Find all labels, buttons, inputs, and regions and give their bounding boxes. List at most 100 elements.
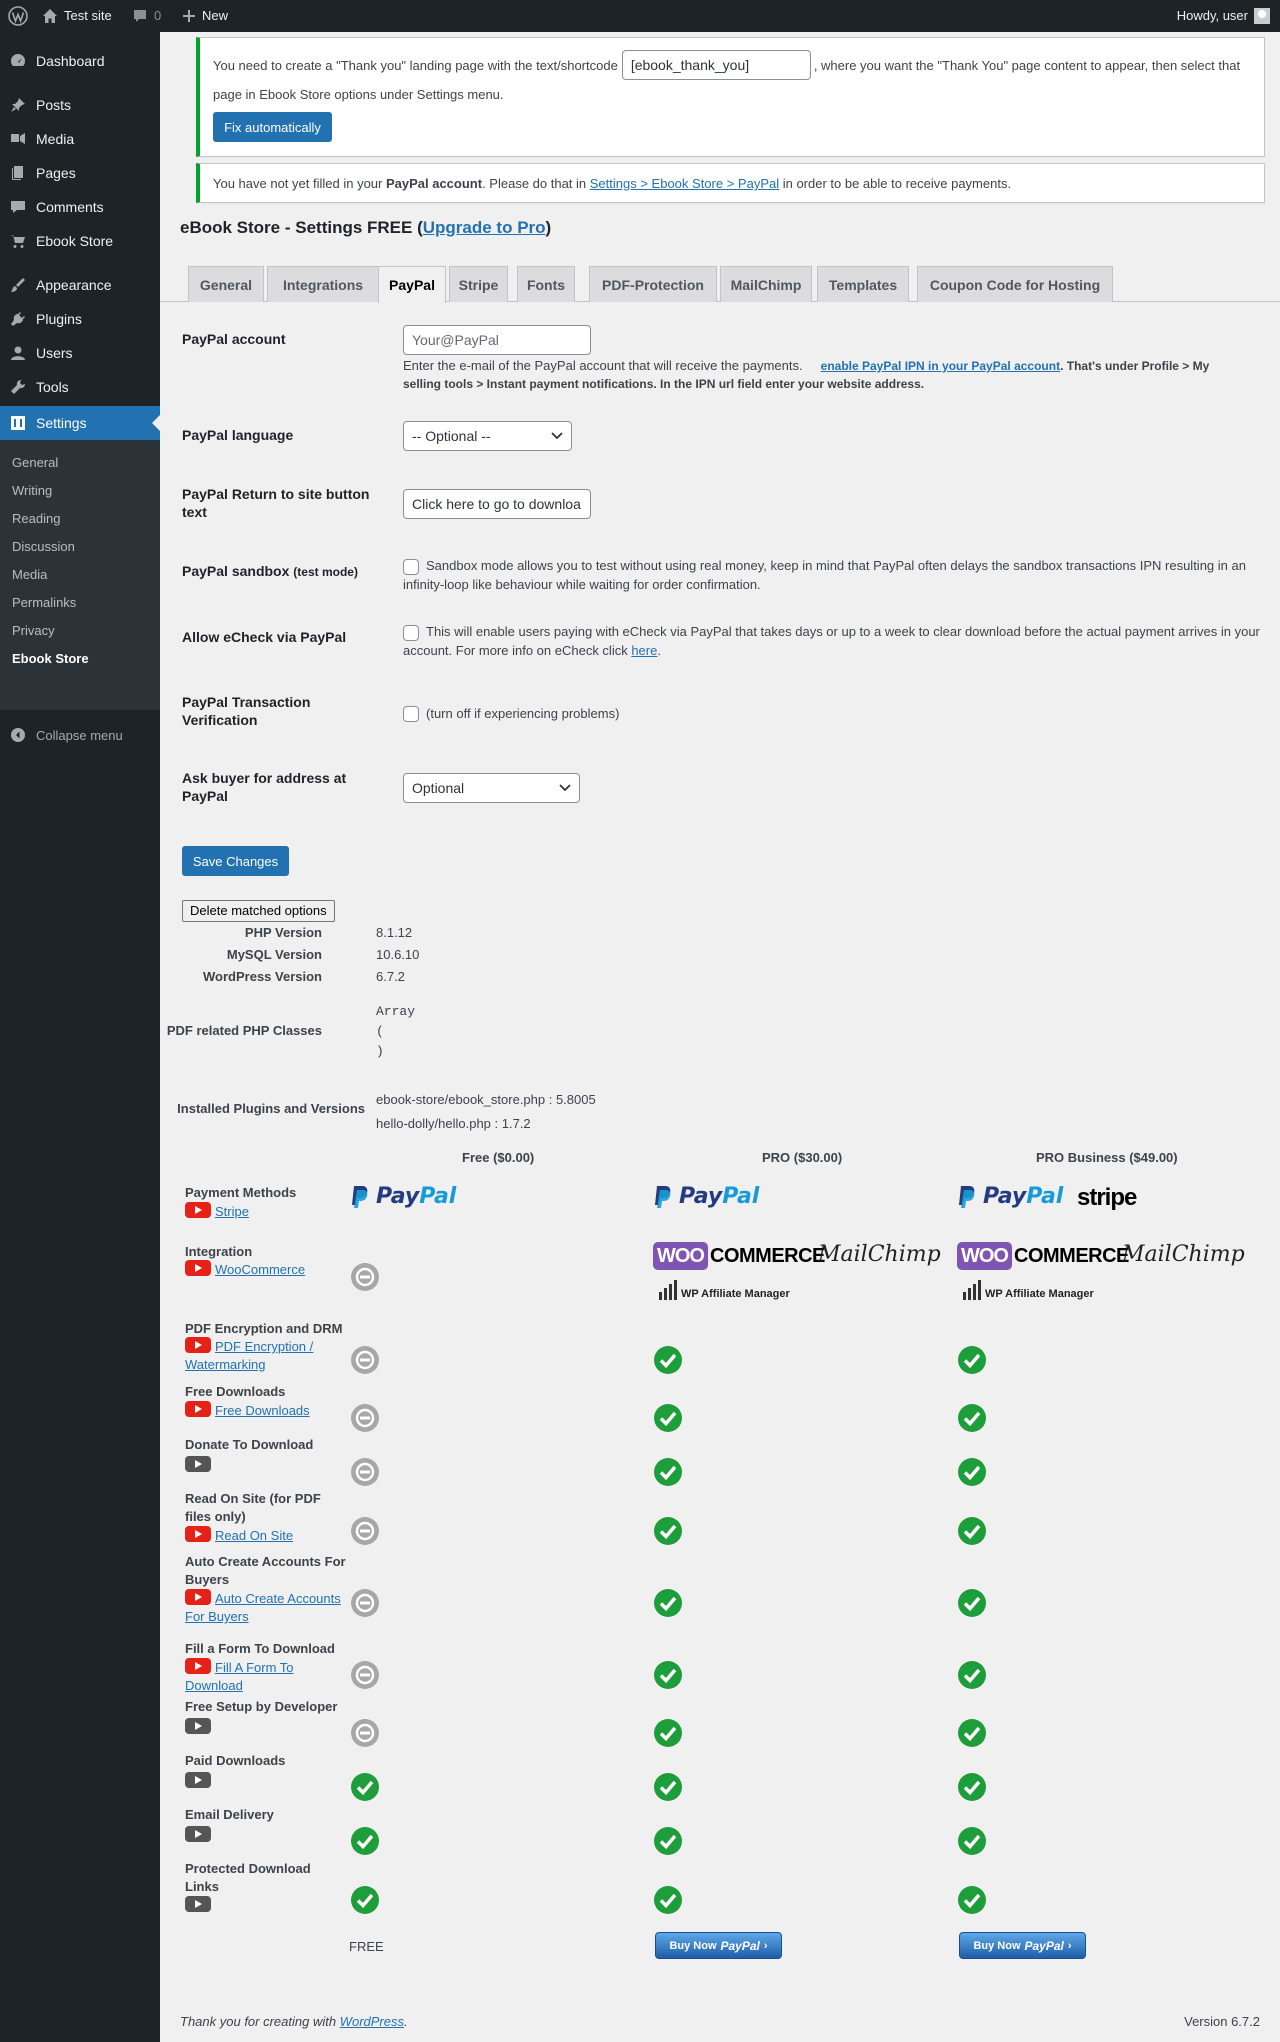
howdy-text: Howdy, user	[1176, 8, 1248, 23]
free-price-text: FREE	[349, 1939, 384, 1954]
collapse-menu-button[interactable]: Collapse menu	[0, 718, 160, 752]
site-name: Test site	[64, 8, 112, 23]
submenu-privacy[interactable]: Privacy	[12, 623, 55, 638]
feature-video-link[interactable]: Auto Create Accounts For Buyers	[185, 1589, 345, 1626]
save-changes-button[interactable]: Save Changes	[182, 846, 289, 876]
video-play-icon[interactable]	[185, 1718, 211, 1734]
notice-line: You need to create a "Thank you" landing…	[213, 50, 1240, 80]
chevron-down-icon	[559, 784, 571, 792]
submenu-ebook-store[interactable]: Ebook Store	[12, 651, 89, 666]
plug-icon	[0, 310, 36, 328]
tab-integrations[interactable]: Integrations	[267, 266, 379, 302]
new-content-link[interactable]: New	[182, 0, 228, 32]
menu-media[interactable]: Media	[0, 122, 160, 156]
submenu-permalinks[interactable]: Permalinks	[12, 595, 76, 610]
menu-pages[interactable]: Pages	[0, 156, 160, 190]
menu-plugins[interactable]: Plugins	[0, 302, 160, 336]
fix-automatically-button[interactable]: Fix automatically	[213, 112, 332, 142]
video-play-icon[interactable]	[185, 1772, 211, 1788]
enable-ipn-link[interactable]: enable PayPal IPN in your PayPal account	[821, 359, 1060, 373]
check-icon	[351, 1827, 379, 1855]
paypal-account-input[interactable]: Your@PayPal	[403, 325, 591, 355]
menu-comments[interactable]: Comments	[0, 190, 160, 224]
installed-plugins-label: Installed Plugins and Versions	[177, 1101, 365, 1116]
wp-affiliate-manager-logo: WP Affiliate Manager	[963, 1280, 1094, 1300]
feature-video-link[interactable]: WooCommerce	[185, 1260, 345, 1279]
check-icon	[654, 1589, 682, 1617]
upgrade-to-pro-link[interactable]: Upgrade to Pro	[423, 218, 546, 237]
return-button-text-input[interactable]: Click here to go to downloa	[403, 489, 591, 519]
comments-link[interactable]: 0	[132, 0, 161, 32]
check-icon	[958, 1827, 986, 1855]
video-play-icon[interactable]	[185, 1896, 211, 1912]
feature-video-link[interactable]: Free Downloads	[185, 1401, 345, 1420]
check-icon	[958, 1886, 986, 1914]
submenu-media[interactable]: Media	[12, 567, 47, 582]
tab-pdf-protection[interactable]: PDF-Protection	[589, 266, 717, 302]
tab-paypal[interactable]: PayPal	[378, 266, 446, 303]
video-play-icon[interactable]	[185, 1456, 211, 1472]
pdf-classes-value: Array ( )	[376, 1004, 416, 1059]
menu-tools[interactable]: Tools	[0, 370, 160, 404]
check-icon	[958, 1404, 986, 1432]
paypal-logo: PayPal	[653, 1184, 759, 1209]
unavailable-icon	[351, 1346, 379, 1374]
shortcode-field[interactable]: [ebook_thank_you]	[621, 50, 811, 80]
check-icon	[654, 1827, 682, 1855]
video-play-icon[interactable]	[185, 1826, 211, 1842]
wordpress-logo-icon[interactable]	[8, 0, 28, 32]
cart-icon	[0, 232, 36, 250]
feature-video-link[interactable]: PDF Encryption / Watermarking	[185, 1337, 345, 1374]
ask-address-label: Ask buyer for address at PayPal	[182, 770, 347, 804]
mysql-version-value: 10.6.10	[376, 947, 420, 962]
sandbox-label: PayPal sandbox (test mode)	[182, 563, 358, 579]
menu-dashboard[interactable]: Dashboard	[0, 44, 160, 78]
ask-address-select[interactable]: Optional	[403, 773, 580, 803]
transaction-verification-checkbox[interactable]	[403, 706, 419, 722]
paypal-settings-link[interactable]: Settings > Ebook Store > PayPal	[590, 176, 779, 191]
comment-icon	[0, 198, 36, 216]
admin-sidebar: Dashboard Posts Media Pages Comments Ebo…	[0, 32, 160, 2042]
buy-now-pro-button[interactable]: Buy Now PayPal ›	[655, 1932, 782, 1959]
account-menu[interactable]: Howdy, user	[1177, 0, 1270, 32]
feature-video-link[interactable]: Stripe	[185, 1202, 345, 1221]
tab-stripe[interactable]: Stripe	[449, 266, 508, 302]
submenu-discussion[interactable]: Discussion	[12, 539, 75, 554]
submenu-writing[interactable]: Writing	[12, 483, 52, 498]
feature-video-link[interactable]: Fill A Form To Download	[185, 1658, 345, 1695]
menu-appearance[interactable]: Appearance	[0, 268, 160, 302]
menu-settings[interactable]: Settings	[0, 406, 160, 440]
menu-posts[interactable]: Posts	[0, 88, 160, 122]
site-name-link[interactable]: Test site	[42, 0, 112, 32]
unavailable-icon	[351, 1589, 379, 1617]
transaction-verification-description: (turn off if experiencing problems)	[426, 706, 620, 721]
feature-label: Payment Methods	[185, 1185, 297, 1200]
menu-users[interactable]: Users	[0, 336, 160, 370]
feature-video-link[interactable]: Read On Site	[185, 1526, 345, 1545]
pro-column-header: PRO ($30.00)	[762, 1150, 843, 1165]
tab-mailchimp[interactable]: MailChimp	[720, 266, 812, 302]
submenu-reading[interactable]: Reading	[12, 511, 60, 526]
tab-general[interactable]: General	[188, 266, 264, 302]
buy-now-business-button[interactable]: Buy Now PayPal ›	[959, 1932, 1086, 1959]
notice-bold: PayPal account	[385, 176, 483, 191]
paypal-language-select[interactable]: -- Optional --	[403, 421, 572, 451]
submenu-general[interactable]: General	[12, 455, 58, 470]
menu-ebook-store[interactable]: Ebook Store	[0, 224, 160, 258]
brush-icon	[0, 276, 36, 294]
notice-text: You need to create a "Thank you" landing…	[213, 57, 618, 73]
mysql-version-label: MySQL Version	[226, 947, 322, 962]
settings-icon	[0, 414, 36, 432]
unavailable-icon	[351, 1661, 379, 1689]
tab-templates[interactable]: Templates	[817, 266, 909, 302]
check-icon	[654, 1719, 682, 1747]
pin-icon	[0, 96, 36, 114]
menu-label: Posts	[36, 97, 72, 113]
echeck-info-link[interactable]: here	[631, 643, 657, 658]
check-icon	[351, 1773, 379, 1801]
tab-fonts[interactable]: Fonts	[517, 266, 575, 302]
tab-coupon-code[interactable]: Coupon Code for Hosting	[917, 266, 1113, 302]
wordpress-link[interactable]: WordPress	[340, 2014, 404, 2029]
feature-label: Donate To Download	[185, 1437, 314, 1452]
delete-matched-options-button[interactable]: Delete matched options	[182, 900, 335, 922]
